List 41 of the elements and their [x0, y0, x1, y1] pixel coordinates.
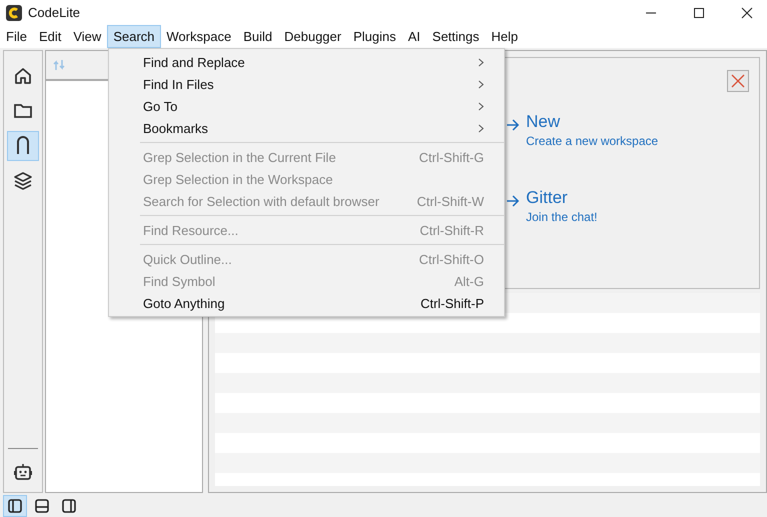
close-button[interactable]: [727, 70, 749, 92]
robot-icon[interactable]: [13, 462, 33, 482]
menu-item[interactable]: Help: [485, 25, 524, 48]
link-subtitle[interactable]: Join the chat!: [526, 210, 598, 224]
close-icon: [731, 74, 745, 88]
link-title[interactable]: Gitter: [526, 188, 598, 208]
arrow-icon: [506, 118, 520, 132]
maximize-icon[interactable]: [693, 6, 705, 18]
menu-item[interactable]: File: [0, 25, 33, 48]
layout-icon: [61, 498, 77, 514]
close-icon[interactable]: [741, 6, 753, 18]
chevron-right-icon: [478, 124, 484, 132]
menu-entry[interactable]: Goto Anything Ctrl-Shift-P: [143, 292, 484, 314]
menu-item[interactable]: Search: [107, 25, 161, 48]
app-logo-icon: [6, 4, 22, 20]
layout-icon: [34, 498, 50, 514]
link-subtitle[interactable]: Create a new workspace: [526, 134, 658, 148]
branch-button[interactable]: [7, 131, 39, 161]
menu-entry[interactable]: Find and Replace: [143, 51, 484, 73]
menu-item[interactable]: Plugins: [347, 25, 402, 48]
chevron-right-icon: [478, 102, 484, 110]
chevron-right-icon: [478, 58, 484, 66]
menu-entry[interactable]: Bookmarks: [143, 117, 484, 139]
menu-item[interactable]: Settings: [426, 25, 486, 48]
layout-icon: [7, 498, 23, 514]
menu-entry[interactable]: Find In Files: [143, 73, 484, 95]
menu-item[interactable]: Debugger: [278, 25, 348, 48]
link-title[interactable]: New: [526, 112, 658, 132]
arrow-icon: [506, 194, 520, 208]
menu-item[interactable]: Build: [237, 25, 278, 48]
menu-item[interactable]: AI: [402, 25, 426, 48]
home-icon: [13, 66, 33, 86]
menu-item[interactable]: Workspace: [160, 25, 238, 48]
layers-icon: [13, 171, 33, 191]
chevron-right-icon: [478, 80, 484, 88]
layout-button[interactable]: [3, 495, 27, 517]
window-title: CodeLite: [28, 5, 80, 20]
menu-item[interactable]: View: [67, 25, 108, 48]
menu-entry[interactable]: Go To: [143, 95, 484, 117]
folder-icon: [13, 101, 33, 121]
menu-item[interactable]: Edit: [32, 25, 68, 48]
